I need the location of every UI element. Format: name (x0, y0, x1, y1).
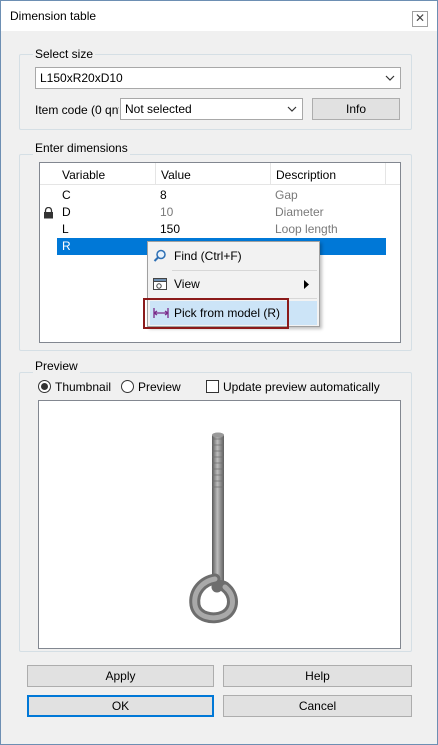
menu-item-find[interactable]: Find (Ctrl+F) (150, 244, 317, 268)
description-cell: Gap (275, 188, 298, 202)
view-icon (153, 278, 167, 290)
variable-cell: L (62, 222, 69, 236)
enter-dimensions-label: Enter dimensions (33, 141, 130, 155)
close-icon: ✕ (414, 11, 426, 25)
thumbnail-label: Thumbnail (55, 380, 112, 394)
dimension-table-dialog: Dimension table ✕ Select size L150xR20xD… (0, 0, 438, 745)
size-combobox[interactable]: L150xR20xD10 (35, 67, 401, 89)
preview-pane (38, 400, 401, 649)
menu-separator (172, 270, 317, 271)
cancel-button[interactable]: Cancel (223, 695, 412, 717)
auto-update-checkbox[interactable] (206, 380, 219, 393)
table-row[interactable]: C 8 Gap (40, 187, 386, 204)
column-header-variable[interactable]: Variable (57, 163, 156, 185)
thumbnail-radio[interactable] (38, 380, 51, 393)
description-cell: Loop length (275, 222, 338, 236)
chevron-down-icon (385, 75, 395, 81)
column-header-description[interactable]: Description (271, 163, 386, 185)
menu-item-label: Find (Ctrl+F) (174, 249, 242, 263)
variable-cell: R (62, 239, 71, 253)
window-title: Dimension table (10, 9, 97, 23)
table-row[interactable]: L 150 Loop length (40, 221, 386, 238)
help-button[interactable]: Help (223, 665, 412, 687)
column-header-value[interactable]: Value (156, 163, 271, 185)
apply-button[interactable]: Apply (27, 665, 214, 687)
preview-radio[interactable] (121, 380, 134, 393)
value-cell: 10 (160, 205, 174, 219)
preview-label: Preview (138, 380, 181, 394)
lock-icon (44, 207, 53, 219)
auto-update-label: Update preview automatically (223, 380, 380, 394)
close-button[interactable]: ✕ (412, 11, 428, 27)
submenu-arrow-icon (304, 280, 309, 289)
item-code-combobox[interactable]: Not selected (120, 98, 303, 120)
ok-button[interactable]: OK (27, 695, 214, 717)
chevron-down-icon (287, 106, 297, 112)
table-row[interactable]: D 10 Diameter (40, 204, 386, 221)
variable-cell: D (62, 205, 71, 219)
highlight-box (143, 298, 289, 329)
value-cell[interactable]: 8 (160, 187, 167, 204)
preview-group-label: Preview (33, 359, 80, 373)
size-value: L150xR20xD10 (40, 71, 123, 85)
select-size-label: Select size (33, 47, 96, 61)
value-cell[interactable]: 150 (160, 221, 180, 238)
menu-item-label: View (174, 277, 200, 291)
item-code-label: Item code (0 qnt (35, 103, 119, 117)
hook-bolt-icon (189, 432, 238, 624)
item-code-value: Not selected (125, 102, 192, 116)
info-button[interactable]: Info (312, 98, 400, 120)
search-icon (153, 249, 166, 262)
description-cell: Diameter (275, 205, 324, 219)
variable-cell: C (62, 188, 71, 202)
menu-item-view[interactable]: View (150, 272, 317, 296)
